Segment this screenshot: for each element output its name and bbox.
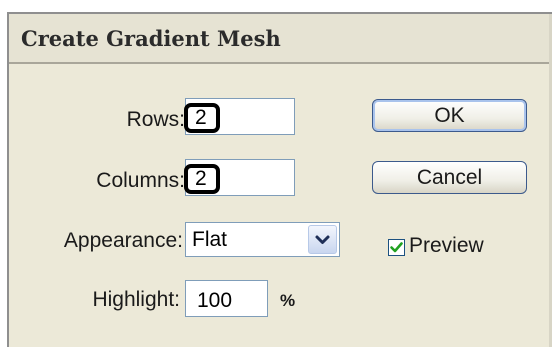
preview-label[interactable]: Preview bbox=[409, 234, 484, 258]
chevron-down-icon bbox=[315, 235, 330, 244]
preview-checkbox[interactable] bbox=[388, 239, 405, 256]
highlight-label: Highlight: bbox=[92, 288, 180, 311]
columns-label: Columns: bbox=[96, 169, 185, 192]
rows-label: Rows: bbox=[126, 108, 185, 131]
appearance-label: Appearance: bbox=[63, 229, 183, 252]
highlight-value: 100 bbox=[197, 289, 233, 312]
columns-value: 2 bbox=[195, 167, 207, 190]
dialog-title-bar[interactable]: Create Gradient Mesh bbox=[9, 14, 552, 64]
highlight-input[interactable]: 100 bbox=[185, 280, 268, 317]
create-gradient-mesh-dialog: Create Gradient Mesh Rows: 2 Columns: 2 … bbox=[7, 12, 552, 347]
columns-input[interactable]: 2 bbox=[184, 159, 295, 196]
appearance-value: Flat bbox=[192, 228, 228, 251]
checkmark-icon bbox=[390, 242, 403, 253]
rows-value: 2 bbox=[195, 106, 207, 129]
cancel-button[interactable]: Cancel bbox=[372, 161, 527, 194]
appearance-dropdown-button[interactable] bbox=[308, 225, 337, 254]
rows-input[interactable]: 2 bbox=[184, 98, 295, 135]
ok-button[interactable]: OK bbox=[372, 99, 527, 132]
dialog-title: Create Gradient Mesh bbox=[21, 26, 281, 51]
appearance-select[interactable]: Flat bbox=[185, 222, 340, 257]
highlight-unit: % bbox=[280, 291, 296, 310]
